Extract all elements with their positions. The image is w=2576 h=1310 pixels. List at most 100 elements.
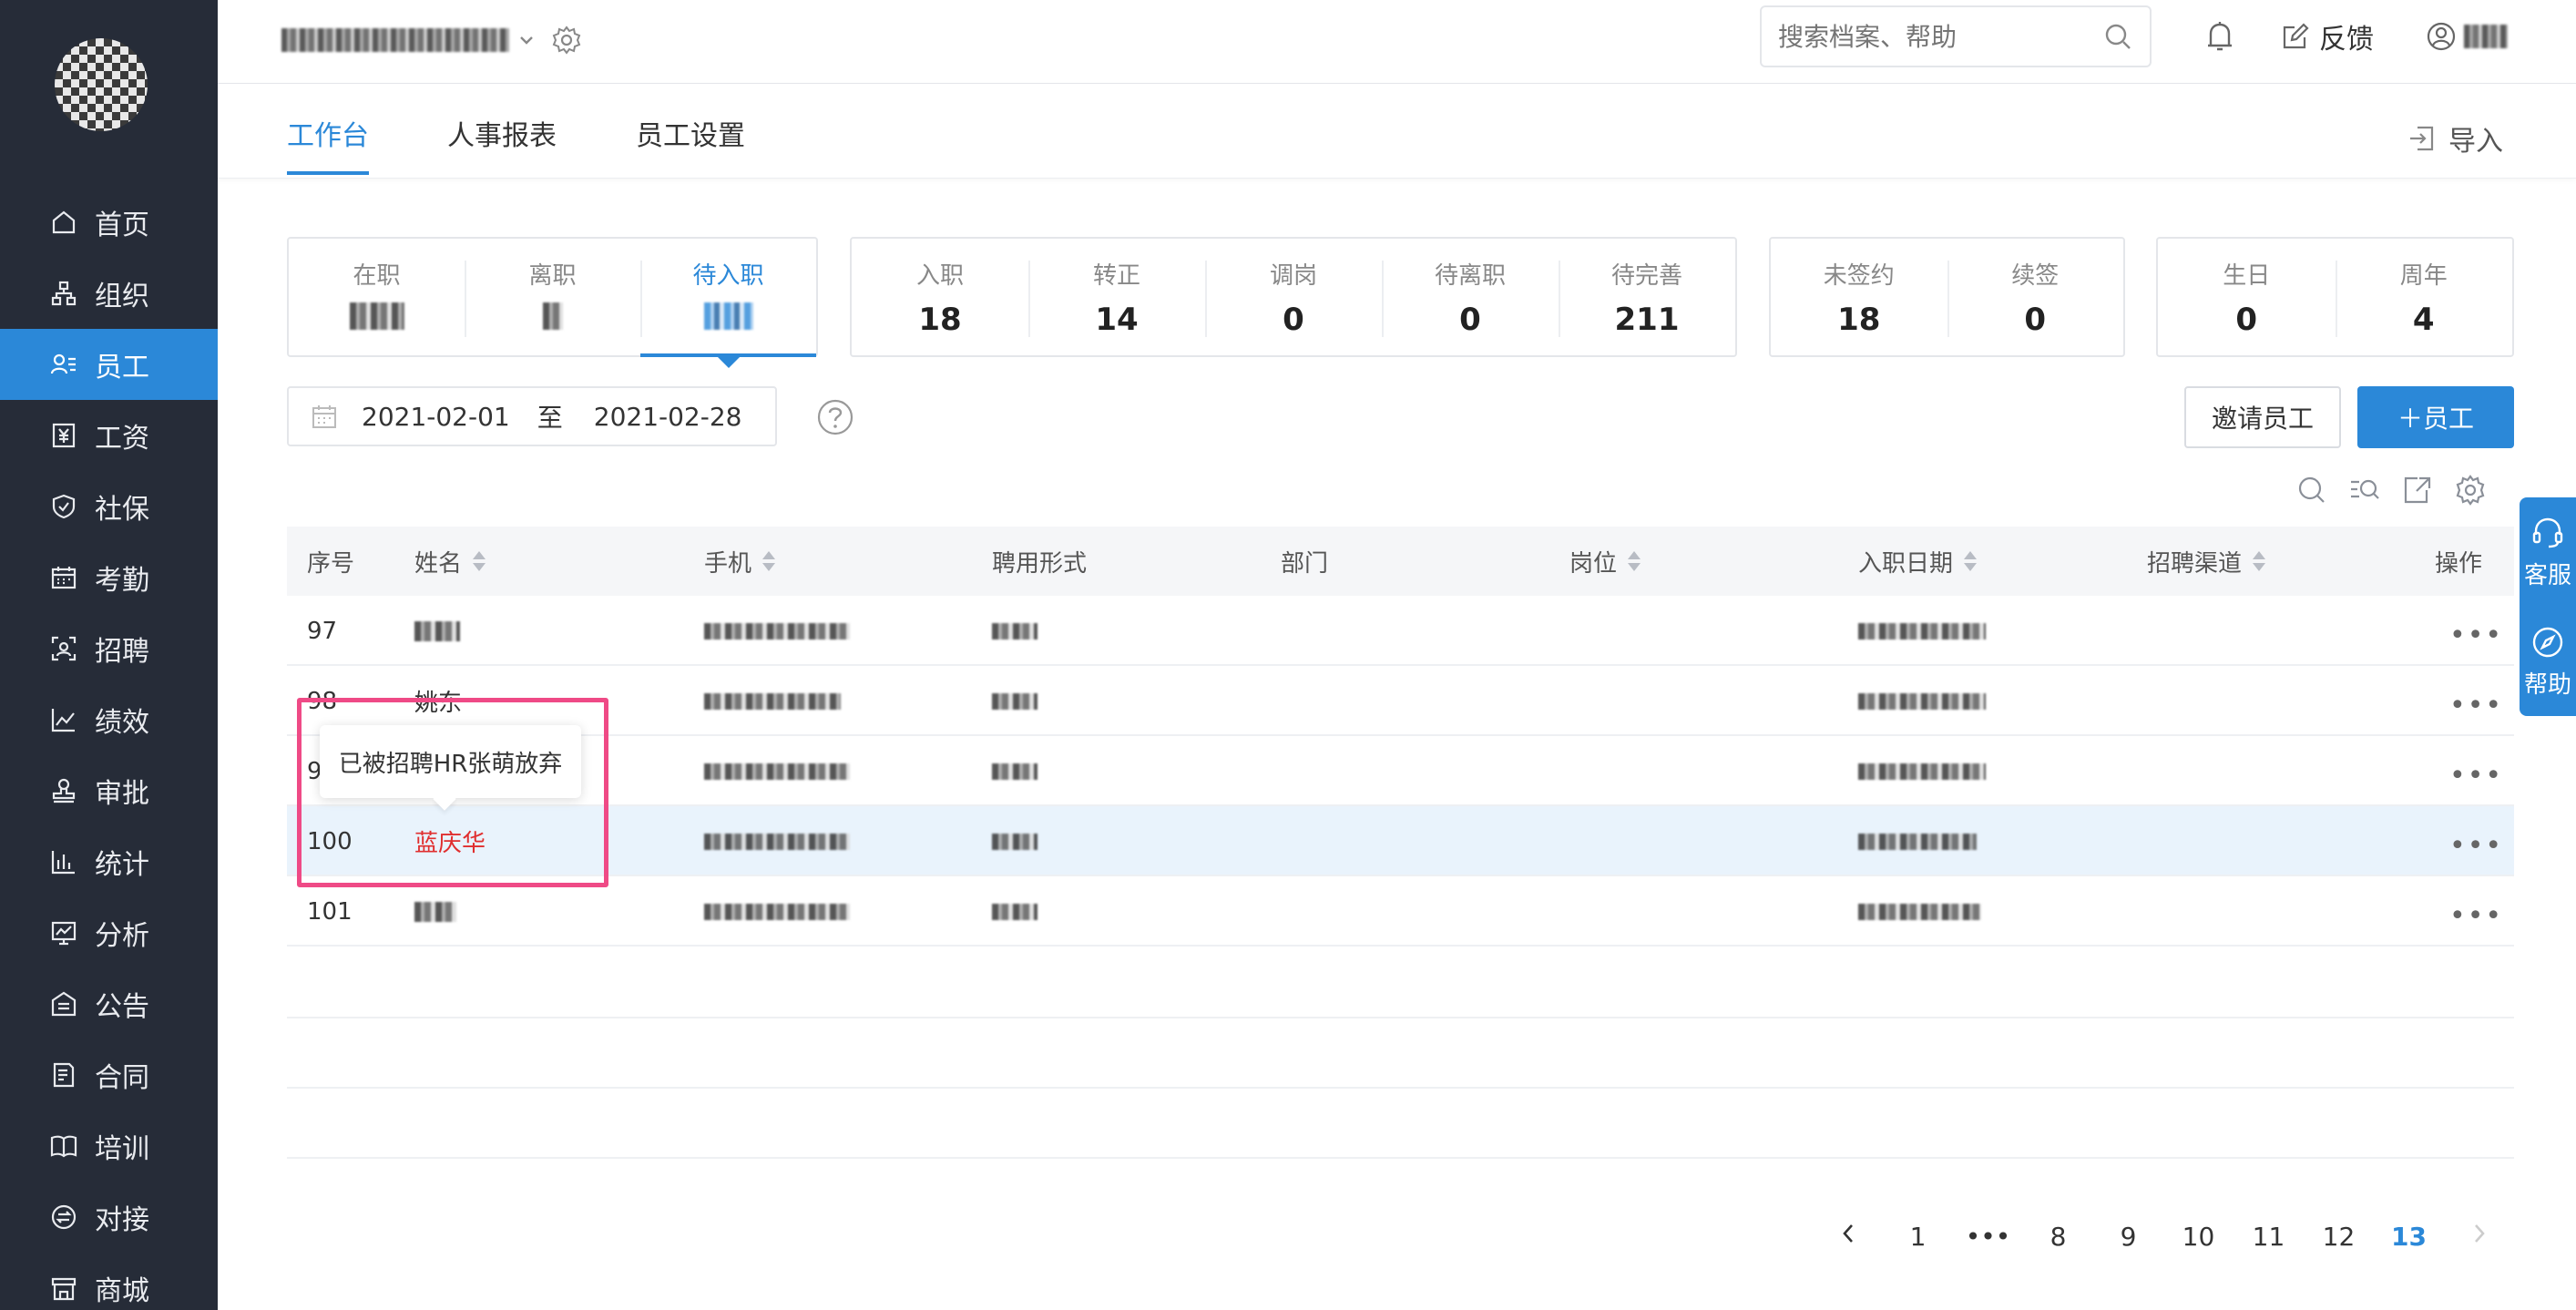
col-position[interactable]: 岗位: [1569, 545, 1641, 578]
more-actions-button[interactable]: •••: [2449, 900, 2501, 932]
table-row[interactable]: 9 •••: [287, 736, 2514, 806]
sort-icon[interactable]: [2253, 549, 2266, 573]
cell-name[interactable]: [414, 596, 460, 666]
page-10[interactable]: 10: [2163, 1222, 2234, 1252]
sidebar-item-notice[interactable]: 公告: [0, 968, 218, 1039]
sidebar-item-statistics[interactable]: 统计: [0, 826, 218, 897]
col-hire-date[interactable]: 入职日期: [1858, 545, 1978, 578]
sort-icon[interactable]: [762, 549, 776, 573]
sidebar-item-store[interactable]: 商城: [0, 1253, 218, 1310]
customer-service-button[interactable]: 客服: [2520, 497, 2576, 607]
col-department: 部门: [1281, 545, 1328, 578]
prev-page-icon[interactable]: [1813, 1222, 1883, 1252]
search-icon[interactable]: [2295, 474, 2328, 507]
sidebar-nav: 首页 组织 员工 工资 社保 考勤 招聘 绩效 审批 统计 分析 公告 合同 培…: [0, 187, 218, 1310]
gear-icon[interactable]: [2454, 474, 2487, 507]
tab-hr-report[interactable]: 人事报表: [447, 113, 557, 153]
sidebar-item-employee[interactable]: 员工: [0, 329, 218, 400]
export-icon[interactable]: [2401, 474, 2434, 507]
col-label: 序号: [307, 549, 355, 578]
sidebar-item-attendance[interactable]: 考勤: [0, 542, 218, 613]
sidebar: 首页 组织 员工 工资 社保 考勤 招聘 绩效 审批 统计 分析 公告 合同 培…: [0, 0, 218, 1310]
more-actions-button[interactable]: •••: [2449, 619, 2501, 651]
feedback-button[interactable]: 反馈: [2281, 16, 2374, 56]
col-label: 部门: [1281, 549, 1329, 578]
sidebar-item-org[interactable]: 组织: [0, 258, 218, 329]
col-label: 岗位: [1569, 549, 1618, 578]
sidebar-item-label: 对接: [95, 1204, 149, 1236]
sidebar-item-training[interactable]: 培训: [0, 1110, 218, 1182]
page-1[interactable]: 1: [1883, 1222, 1953, 1252]
stat-regularize[interactable]: 转正 14: [1028, 239, 1205, 355]
stat-renewal[interactable]: 续签 0: [1947, 239, 2124, 355]
table-row[interactable]: 101 •••: [287, 876, 2514, 947]
stat-transfer[interactable]: 调岗 0: [1205, 239, 1382, 355]
sort-icon[interactable]: [473, 549, 486, 573]
date-start[interactable]: 2021-02-01: [362, 402, 510, 432]
page-11[interactable]: 11: [2234, 1222, 2304, 1252]
stat-incomplete[interactable]: 待完善 211: [1559, 239, 1735, 355]
more-actions-button[interactable]: •••: [2449, 760, 2501, 792]
col-label: 聘用形式: [992, 549, 1088, 578]
stat-value: [640, 302, 816, 338]
company-name-redacted: [281, 28, 509, 52]
sidebar-item-recruit[interactable]: 招聘: [0, 613, 218, 684]
tab-employee-settings[interactable]: 员工设置: [636, 113, 745, 153]
next-page-icon[interactable]: [2444, 1222, 2514, 1252]
bell-icon[interactable]: [2203, 18, 2236, 55]
advanced-search-icon[interactable]: [2348, 474, 2381, 507]
col-name[interactable]: 姓名: [414, 545, 486, 578]
sidebar-item-contract[interactable]: 合同: [0, 1039, 218, 1110]
more-actions-button[interactable]: •••: [2449, 830, 2501, 862]
date-end[interactable]: 2021-02-28: [594, 402, 742, 432]
invite-employee-button[interactable]: 邀请员工: [2184, 386, 2341, 448]
search-input[interactable]: [1778, 21, 2079, 52]
search-box[interactable]: [1760, 5, 2152, 67]
gear-icon[interactable]: [551, 25, 582, 56]
sidebar-item-analysis[interactable]: 分析: [0, 897, 218, 968]
stat-resigned[interactable]: 离职: [465, 239, 640, 355]
user-menu[interactable]: [2426, 16, 2508, 56]
more-actions-button[interactable]: •••: [2449, 690, 2501, 722]
question-circle-icon[interactable]: [816, 398, 854, 436]
company-switcher[interactable]: [281, 22, 582, 58]
company-logo[interactable]: [55, 38, 148, 131]
stat-anniversary[interactable]: 周年 4: [2335, 239, 2513, 355]
stat-employed[interactable]: 在职: [289, 239, 465, 355]
sidebar-item-approval[interactable]: 审批: [0, 755, 218, 826]
sidebar-item-performance[interactable]: 绩效: [0, 684, 218, 755]
page-ellipsis[interactable]: •••: [1953, 1222, 2023, 1252]
table-row[interactable]: 98 姚东 •••: [287, 666, 2514, 736]
tab-workbench[interactable]: 工作台: [287, 113, 369, 153]
stat-label: 离职: [528, 262, 577, 290]
col-channel[interactable]: 招聘渠道: [2147, 545, 2266, 578]
page-9[interactable]: 9: [2093, 1222, 2163, 1252]
stat-unsigned[interactable]: 未签约 18: [1771, 239, 1947, 355]
sort-icon[interactable]: [1628, 549, 1641, 573]
add-employee-button[interactable]: ＋员工: [2357, 386, 2514, 448]
book-icon: [49, 1131, 78, 1161]
sort-icon[interactable]: [1964, 549, 1978, 573]
sidebar-item-social-security[interactable]: 社保: [0, 471, 218, 542]
stat-pending-onboard[interactable]: 待入职: [640, 239, 816, 368]
help-button[interactable]: 帮助: [2520, 607, 2576, 716]
table-row[interactable]: 100 蓝庆华 •••: [287, 806, 2514, 876]
exchange-icon: [49, 1203, 78, 1232]
page-12[interactable]: 12: [2304, 1222, 2374, 1252]
import-button[interactable]: 导入: [2405, 118, 2503, 159]
col-phone[interactable]: 手机: [704, 545, 776, 578]
sidebar-item-salary[interactable]: 工资: [0, 400, 218, 471]
active-stat-arrow: [717, 357, 740, 368]
search-icon[interactable]: [2102, 21, 2133, 52]
page-13[interactable]: 13: [2374, 1222, 2444, 1252]
sidebar-item-home[interactable]: 首页: [0, 187, 218, 258]
stat-birthday[interactable]: 生日 0: [2158, 239, 2336, 355]
sidebar-item-integration[interactable]: 对接: [0, 1182, 218, 1253]
sidebar-item-label: 工资: [95, 423, 149, 455]
stat-pending-resign[interactable]: 待离职 0: [1382, 239, 1559, 355]
table-row[interactable]: 97 •••: [287, 596, 2514, 666]
date-range-picker[interactable]: 2021-02-01 至 2021-02-28: [287, 386, 777, 446]
page-8[interactable]: 8: [2023, 1222, 2093, 1252]
cell-employment-type: [992, 876, 1038, 947]
stat-onboard[interactable]: 入职 18: [852, 239, 1028, 355]
